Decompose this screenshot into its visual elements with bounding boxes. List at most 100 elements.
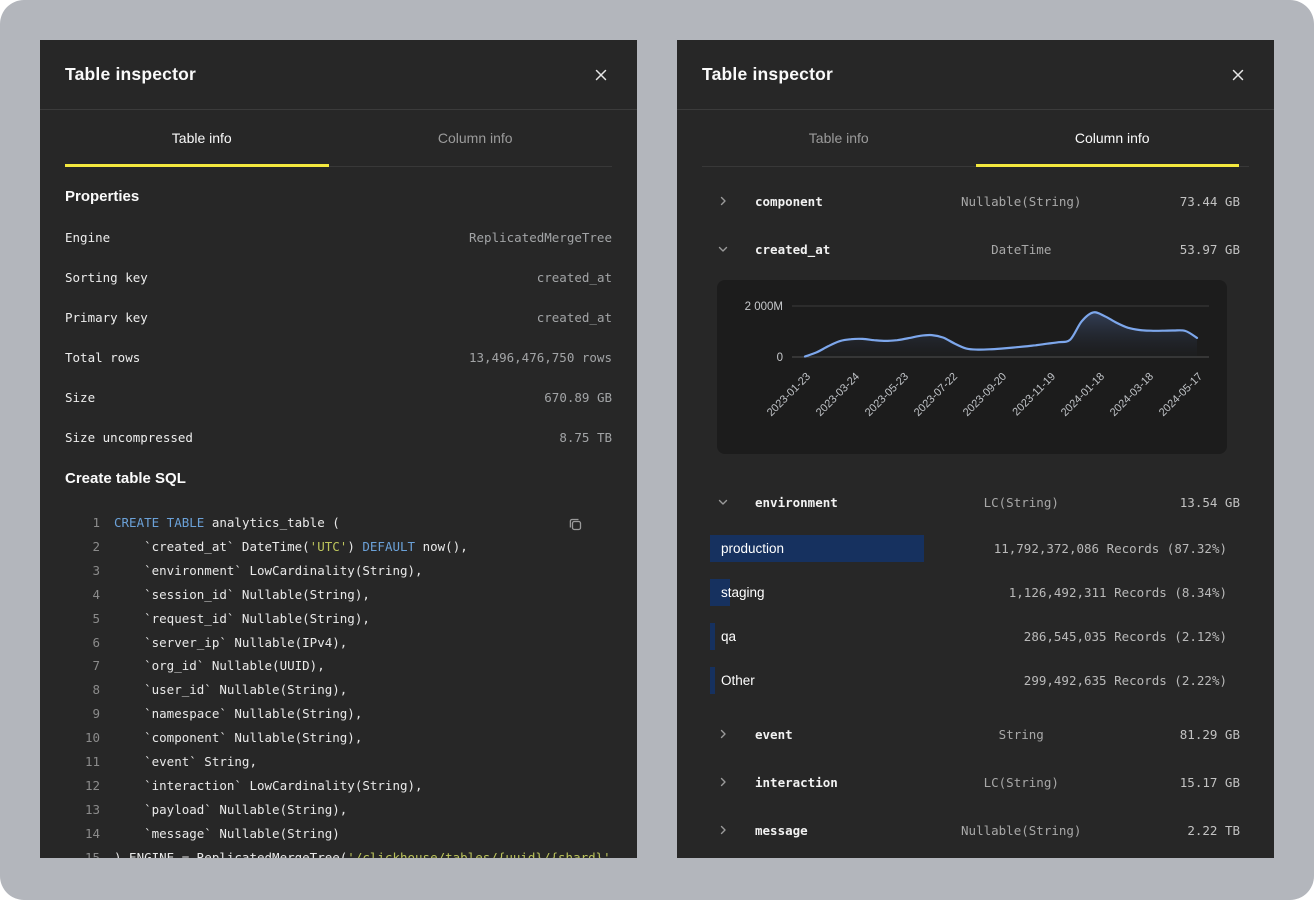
column-row-environment[interactable]: environmentLC(String)13.54 GB: [677, 478, 1274, 526]
sql-line: 15) ENGINE = ReplicatedMergeTree('/click…: [65, 846, 612, 858]
column-row-message[interactable]: messageNullable(String)2.22 TB: [677, 806, 1274, 854]
sql-line: 14 `message` Nullable(String): [65, 822, 612, 846]
sql-code-text: `session_id` Nullable(String),: [114, 583, 370, 607]
property-row: Size 670.89 GB: [65, 377, 612, 417]
property-label: Engine: [65, 230, 110, 245]
line-number: 1: [65, 511, 100, 535]
sql-line: 6 `server_ip` Nullable(IPv4),: [65, 631, 612, 655]
property-row: Primary keycreated_at: [65, 297, 612, 337]
column-type: Nullable(String): [933, 823, 1111, 838]
column-name: created_at: [755, 242, 933, 257]
column-size: 13.54 GB: [1110, 495, 1240, 510]
sql-code-text: `payload` Nullable(String),: [114, 798, 347, 822]
chart-y-tick-label: 2 000M: [745, 301, 783, 313]
sql-code-text: `component` Nullable(String),: [114, 726, 362, 750]
property-value: 8.75 TB: [559, 430, 612, 445]
chevron-right-icon: [718, 777, 728, 787]
chart-x-tick-label: 2023-01-23: [765, 371, 813, 419]
column-row-component[interactable]: componentNullable(String)73.44 GB: [677, 177, 1274, 225]
value-records: 11,792,372,086 Records (87.32%): [994, 541, 1227, 556]
column-row-interaction[interactable]: interactionLC(String)15.17 GB: [677, 758, 1274, 806]
sql-code-text: `message` Nullable(String): [114, 822, 340, 846]
property-label: Primary key: [65, 310, 148, 325]
value-label: staging: [721, 585, 765, 600]
chart-x-tick-label: 2023-03-24: [814, 371, 862, 419]
tab-column-info[interactable]: Column info: [976, 110, 1250, 166]
sql-code-text: `environment` LowCardinality(String),: [114, 559, 423, 583]
sql-line: 11 `event` String,: [65, 750, 612, 774]
chart-x-tick-label: 2024-03-18: [1108, 371, 1156, 419]
copy-sql-button[interactable]: [564, 513, 587, 539]
tab-table-info[interactable]: Table info: [702, 110, 976, 166]
sql-line: 8 `user_id` Nullable(String),: [65, 678, 612, 702]
close-icon: [1231, 68, 1245, 82]
sql-code-block: 1CREATE TABLE analytics_table (2 `create…: [65, 511, 612, 858]
line-number: 4: [65, 583, 100, 607]
line-number: 14: [65, 822, 100, 846]
value-records: 286,545,035 Records (2.12%): [1024, 629, 1227, 644]
sql-code-text: `namespace` Nullable(String),: [114, 702, 362, 726]
column-size: 2.22 TB: [1110, 823, 1240, 838]
sql-line: 5 `request_id` Nullable(String),: [65, 607, 612, 631]
value-label: qa: [721, 629, 736, 644]
dialog-title: Table inspector: [702, 64, 833, 85]
sql-code-text: `request_id` Nullable(String),: [114, 607, 370, 631]
line-number: 7: [65, 654, 100, 678]
dialog-title: Table inspector: [65, 64, 196, 85]
sql-code-text: CREATE TABLE analytics_table (: [114, 511, 340, 535]
sql-line: 2 `created_at` DateTime('UTC') DEFAULT n…: [65, 535, 612, 559]
properties-list: EngineReplicatedMergeTreeSorting keycrea…: [65, 217, 612, 457]
sql-code-text: `created_at` DateTime('UTC') DEFAULT now…: [114, 535, 468, 559]
property-label: Size: [65, 390, 95, 405]
table-info-content: Properties EngineReplicatedMergeTreeSort…: [40, 188, 637, 858]
sql-code-text: `user_id` Nullable(String),: [114, 678, 347, 702]
property-row: Total rows13,496,476,750 rows: [65, 337, 612, 377]
column-row-created_at[interactable]: created_atDateTime53.97 GB: [677, 225, 1274, 273]
column-size: 81.29 GB: [1110, 727, 1240, 742]
value-label: production: [721, 541, 784, 556]
chevron-right-icon: [718, 729, 728, 739]
tab-table-info[interactable]: Table info: [65, 110, 339, 166]
column-size: 73.44 GB: [1110, 194, 1240, 209]
property-label: Sorting key: [65, 270, 148, 285]
column-type: String: [933, 727, 1111, 742]
chart-area-fill: [805, 312, 1197, 357]
dialog-header: Table inspector: [40, 40, 637, 110]
value-distribution-row: Other299,492,635 Records (2.22%): [677, 658, 1274, 702]
column-name: interaction: [755, 775, 933, 790]
close-button[interactable]: [1227, 64, 1249, 86]
line-number: 13: [65, 798, 100, 822]
chart-x-tick-label: 2023-09-20: [961, 371, 1009, 419]
column-size: 53.97 GB: [1110, 242, 1240, 257]
column-list: componentNullable(String)73.44 GBcreated…: [677, 167, 1274, 854]
line-number: 9: [65, 702, 100, 726]
sql-line: 3 `environment` LowCardinality(String),: [65, 559, 612, 583]
line-number: 2: [65, 535, 100, 559]
sql-code-text: ) ENGINE = ReplicatedMergeTree('/clickho…: [114, 846, 618, 858]
chart-x-tick-label: 2023-05-23: [863, 371, 911, 419]
sql-line: 12 `interaction` LowCardinality(String),: [65, 774, 612, 798]
table-inspector-dialog-column-info: Table inspector Table info Column info c…: [677, 40, 1274, 858]
chart-x-tick-label: 2024-01-18: [1059, 371, 1107, 419]
column-name: event: [755, 727, 933, 742]
created-at-histogram: 2 000M02023-01-232023-03-242023-05-23202…: [717, 280, 1227, 454]
sql-code-text: `interaction` LowCardinality(String),: [114, 774, 423, 798]
copy-icon: [567, 516, 584, 533]
column-row-event[interactable]: eventString81.29 GB: [677, 710, 1274, 758]
close-button[interactable]: [590, 64, 612, 86]
line-number: 3: [65, 559, 100, 583]
tab-bar: Table info Column info: [65, 110, 612, 167]
line-number: 15: [65, 846, 100, 858]
line-number: 12: [65, 774, 100, 798]
column-size: 15.17 GB: [1110, 775, 1240, 790]
tab-column-info[interactable]: Column info: [339, 110, 613, 166]
distribution-bar: [710, 667, 715, 694]
property-value: 670.89 GB: [544, 390, 612, 405]
sql-line: 4 `session_id` Nullable(String),: [65, 583, 612, 607]
chart-x-tick-label: 2023-07-22: [912, 371, 960, 419]
chevron-down-icon: [718, 497, 728, 507]
property-row: Size uncompressed8.75 TB: [65, 417, 612, 457]
sql-code-text: `server_ip` Nullable(IPv4),: [114, 631, 347, 655]
sql-line: 7 `org_id` Nullable(UUID),: [65, 654, 612, 678]
column-type: DateTime: [933, 242, 1111, 257]
